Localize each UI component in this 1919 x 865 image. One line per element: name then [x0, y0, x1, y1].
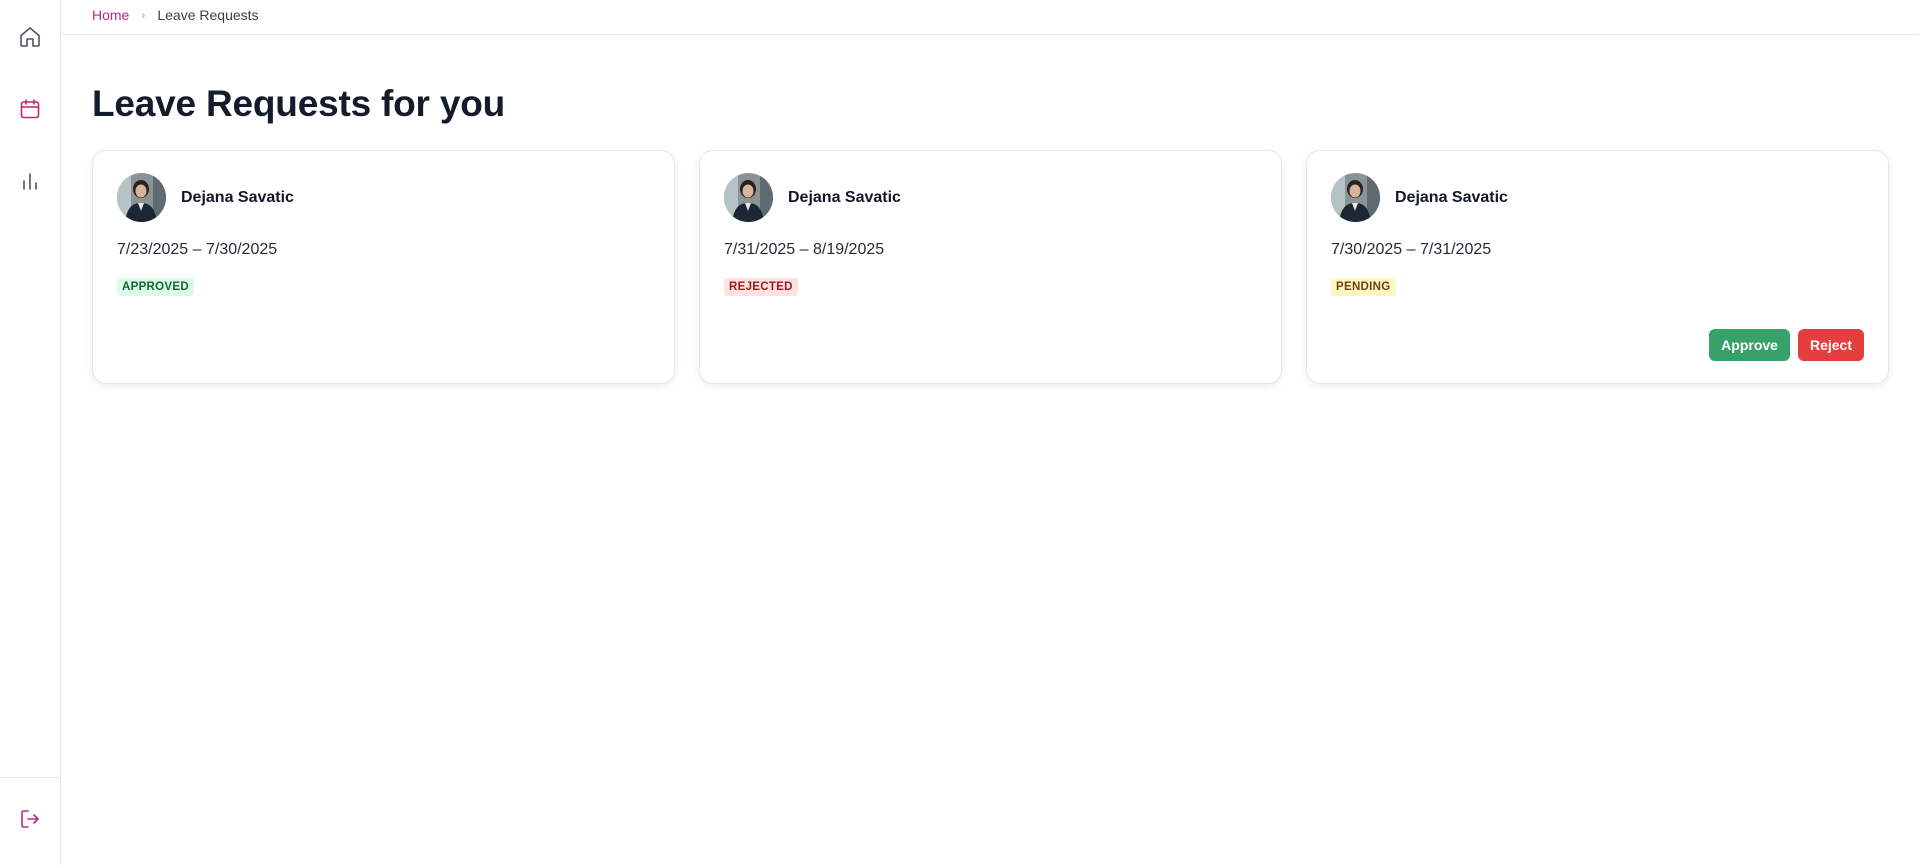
avatar-image — [724, 173, 773, 222]
avatar — [1331, 173, 1380, 222]
topbar: Home › Leave Requests — [62, 0, 1919, 35]
leave-request-card: Dejana Savatic 7/30/2025 – 7/31/2025 PEN… — [1306, 150, 1889, 384]
employee-name: Dejana Savatic — [181, 188, 294, 206]
employee-name: Dejana Savatic — [788, 188, 901, 206]
avatar-image — [117, 173, 166, 222]
status-badge: PENDING — [1331, 278, 1396, 296]
date-range: 7/31/2025 – 8/19/2025 — [724, 241, 885, 258]
card-actions: Approve Reject — [1709, 329, 1864, 361]
home-icon — [20, 27, 40, 47]
leave-request-card: Dejana Savatic 7/31/2025 – 8/19/2025 REJ… — [699, 150, 1282, 384]
avatar — [724, 173, 773, 222]
avatar-image — [1331, 173, 1380, 222]
date-range: 7/23/2025 – 7/30/2025 — [117, 241, 278, 258]
breadcrumb-separator: › — [141, 8, 146, 22]
status-badge: REJECTED — [724, 278, 798, 296]
breadcrumb: Home › Leave Requests — [92, 7, 259, 23]
logout-button[interactable] — [14, 803, 46, 835]
card-header: Dejana Savatic — [1331, 173, 1508, 222]
avatar — [117, 173, 166, 222]
employee-name: Dejana Savatic — [1395, 188, 1508, 206]
breadcrumb-home-link[interactable]: Home — [92, 7, 129, 23]
logout-icon — [21, 810, 39, 828]
status-badge: APPROVED — [117, 278, 194, 296]
bar-chart-icon — [23, 173, 37, 190]
sidebar-divider — [0, 777, 61, 778]
date-range: 7/30/2025 – 7/31/2025 — [1331, 241, 1492, 258]
card-header: Dejana Savatic — [117, 173, 294, 222]
page-title: Leave Requests for you — [92, 83, 506, 124]
leave-request-card: Dejana Savatic 7/23/2025 – 7/30/2025 APP… — [92, 150, 675, 384]
card-header: Dejana Savatic — [724, 173, 901, 222]
calendar-icon — [20, 99, 40, 119]
reject-button[interactable]: Reject — [1797, 329, 1864, 361]
approve-button[interactable]: Approve — [1709, 329, 1790, 361]
nav-calendar-button[interactable] — [14, 93, 46, 125]
breadcrumb-current: Leave Requests — [157, 7, 259, 23]
sidebar — [0, 0, 61, 865]
nav-stats-button[interactable] — [14, 165, 46, 197]
nav-home-button[interactable] — [14, 21, 46, 53]
